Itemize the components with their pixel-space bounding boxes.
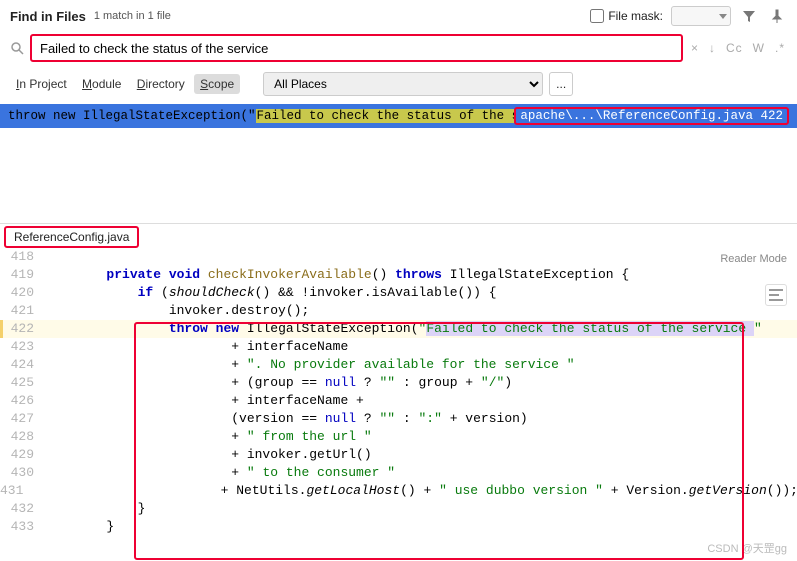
code-line[interactable]: 432 }	[0, 500, 797, 518]
code-content: + ". No provider available for the servi…	[44, 356, 797, 374]
gutter-line-number: 425	[0, 374, 44, 392]
scope-tab-scope[interactable]: Scope	[194, 74, 240, 94]
gutter-line-number: 421	[0, 302, 44, 320]
code-line[interactable]: 427 (version == null ? "" : ":" + versio…	[0, 410, 797, 428]
code-content: + NetUtils.getLocalHost() + " use dubbo …	[33, 482, 797, 500]
code-content: + interfaceName +	[44, 392, 797, 410]
pin-icon[interactable]	[767, 6, 787, 26]
code-line[interactable]: 429 + invoker.getUrl()	[0, 446, 797, 464]
watermark: CSDN @天罡gg	[0, 536, 797, 560]
code-line[interactable]: 422 throw new IllegalStateException("Fai…	[0, 320, 797, 338]
filter-icon[interactable]	[739, 6, 759, 26]
code-content: }	[44, 518, 797, 536]
code-line[interactable]: 430 + " to the consumer "	[0, 464, 797, 482]
code-line[interactable]: 421 invoker.destroy();	[0, 302, 797, 320]
search-row: × ↓ Cc W .*	[0, 30, 797, 68]
code-line[interactable]: 419 private void checkInvokerAvailable()…	[0, 266, 797, 284]
gutter-line-number: 430	[0, 464, 44, 482]
code-content: private void checkInvokerAvailable() thr…	[44, 266, 797, 284]
gutter-line-number: 419	[0, 266, 44, 284]
search-input[interactable]	[40, 41, 673, 56]
code-content: + invoker.getUrl()	[44, 446, 797, 464]
reader-mode-label[interactable]: Reader Mode	[720, 250, 787, 268]
search-options: × ↓ Cc W .*	[689, 41, 787, 55]
code-content: + " from the url "	[44, 428, 797, 446]
dialog-title: Find in Files	[10, 9, 86, 24]
gutter-line-number: 426	[0, 392, 44, 410]
match-count: 1 match in 1 file	[94, 10, 171, 22]
code-content: if (shouldCheck() && !invoker.isAvailabl…	[44, 284, 797, 302]
gutter-line-number: 431	[0, 482, 33, 500]
title-bar: Find in Files 1 match in 1 file File mas…	[0, 0, 797, 30]
editor: Reader Mode 418419 private void checkInv…	[0, 248, 797, 536]
gutter-line-number: 420	[0, 284, 44, 302]
code-content: + (group == null ? "" : group + "/")	[44, 374, 797, 392]
result-highlight: Failed to check the status of the servic…	[256, 109, 515, 123]
code-line[interactable]: 418	[0, 248, 797, 266]
file-tab-row: ReferenceConfig.java	[0, 223, 797, 248]
gutter-line-number: 423	[0, 338, 44, 356]
code-line[interactable]: 433 }	[0, 518, 797, 536]
code-content: invoker.destroy();	[44, 302, 797, 320]
gutter-line-number: 424	[0, 356, 44, 374]
scope-places-select[interactable]: All Places	[263, 72, 543, 96]
code-line[interactable]: 424 + ". No provider available for the s…	[0, 356, 797, 374]
scope-tab-directory[interactable]: Directory	[131, 74, 191, 94]
code-line[interactable]: 420 if (shouldCheck() && !invoker.isAvai…	[0, 284, 797, 302]
file-mask-label: File mask:	[608, 9, 663, 23]
regex-icon[interactable]: .*	[773, 41, 787, 55]
code-line[interactable]: 428 + " from the url "	[0, 428, 797, 446]
code-area[interactable]: 418419 private void checkInvokerAvailabl…	[0, 248, 797, 536]
code-content: throw new IllegalStateException("Failed …	[44, 320, 797, 338]
search-icon	[10, 41, 24, 55]
gutter-line-number: 418	[0, 248, 44, 266]
scope-tab-module[interactable]: Module	[76, 74, 127, 94]
result-file-location: apache\...\ReferenceConfig.java 422	[514, 107, 789, 125]
code-line[interactable]: 431 + NetUtils.getLocalHost() + " use du…	[0, 482, 797, 500]
code-line[interactable]: 423 + interfaceName	[0, 338, 797, 356]
scope-tab-in-project[interactable]: In Project	[10, 74, 73, 94]
words-icon[interactable]: W	[751, 41, 767, 55]
file-mask-check[interactable]	[590, 9, 604, 23]
structure-icon[interactable]	[765, 284, 787, 306]
code-content: }	[44, 500, 797, 518]
code-content: (version == null ? "" : ":" + version)	[44, 410, 797, 428]
code-content: + " to the consumer "	[44, 464, 797, 482]
code-line[interactable]: 426 + interfaceName +	[0, 392, 797, 410]
scope-row: In Project Module Directory Scope All Pl…	[0, 68, 797, 104]
file-mask-checkbox[interactable]: File mask:	[590, 9, 663, 23]
search-input-box[interactable]	[30, 34, 683, 62]
result-code: throw new IllegalStateException("Failed …	[8, 109, 514, 123]
gutter-line-number: 433	[0, 518, 44, 536]
newline-icon[interactable]: ↓	[707, 41, 718, 55]
match-case-icon[interactable]: Cc	[724, 41, 745, 55]
file-tab[interactable]: ReferenceConfig.java	[4, 226, 139, 248]
scope-browse-button[interactable]: ...	[549, 72, 573, 96]
gutter-line-number: 429	[0, 446, 44, 464]
search-result-row[interactable]: throw new IllegalStateException("Failed …	[0, 104, 797, 128]
gutter-line-number: 432	[0, 500, 44, 518]
code-content: + interfaceName	[44, 338, 797, 356]
file-mask-combo[interactable]	[671, 6, 731, 26]
code-content	[44, 248, 797, 266]
code-line[interactable]: 425 + (group == null ? "" : group + "/")	[0, 374, 797, 392]
gutter-line-number: 428	[0, 428, 44, 446]
chevron-down-icon	[719, 14, 727, 19]
gutter-line-number: 427	[0, 410, 44, 428]
gutter-line-number: 422	[0, 320, 44, 338]
clear-icon[interactable]: ×	[689, 41, 701, 55]
